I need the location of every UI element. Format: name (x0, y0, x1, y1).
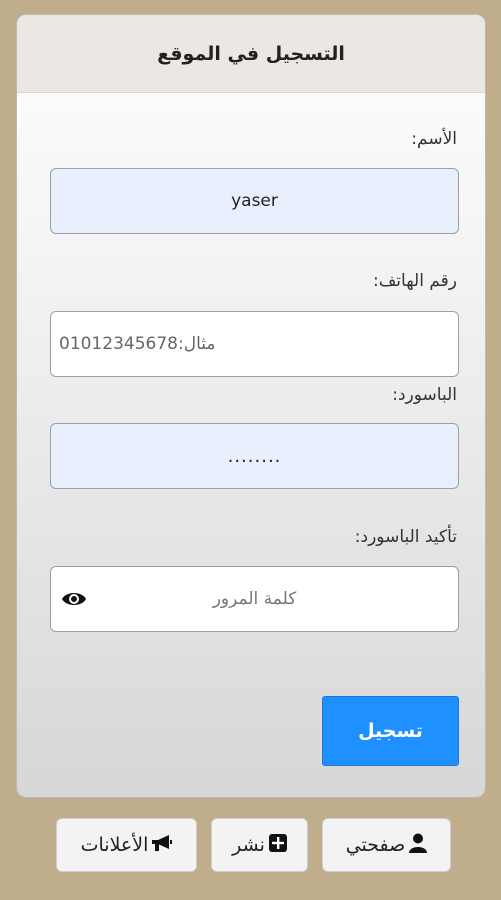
phone-value: مثال:01012345678 (59, 334, 216, 354)
confirm-password-label: تأكيد الباسورد: (354, 527, 457, 547)
confirm-password-placeholder: كلمة المرور (212, 589, 297, 609)
nav-ads-button[interactable]: الأعلانات (56, 818, 197, 872)
nav-my-page-label: صفحتي (345, 834, 406, 856)
nav-my-page-button[interactable]: صفحتي (322, 818, 451, 872)
submit-button[interactable]: تسجيل (322, 696, 459, 766)
megaphone-icon (152, 834, 173, 857)
plus-square-icon (268, 833, 287, 857)
phone-label: رقم الهاتف: (372, 271, 457, 291)
nav-ads-label: الأعلانات (80, 834, 149, 856)
name-field[interactable]: yaser (50, 168, 459, 234)
user-icon (409, 833, 428, 858)
password-field[interactable]: ........ (50, 423, 459, 489)
confirm-password-field[interactable]: كلمة المرور (50, 566, 459, 632)
nav-post-button[interactable]: نشر (211, 818, 308, 872)
eye-icon[interactable] (61, 589, 87, 609)
name-value: yaser (231, 191, 278, 211)
password-label: الباسورد: (392, 385, 457, 405)
phone-field[interactable]: مثال:01012345678 (50, 311, 459, 377)
nav-post-label: نشر (232, 834, 265, 856)
password-value: ........ (227, 445, 282, 467)
page-title: التسجيل في الموقع (17, 15, 485, 93)
name-label: الأسم: (411, 129, 457, 149)
registration-card: التسجيل في الموقع الأسم: yaser رقم الهات… (16, 14, 486, 798)
bottom-nav: صفحتي نشر الأعلانات (0, 806, 501, 900)
